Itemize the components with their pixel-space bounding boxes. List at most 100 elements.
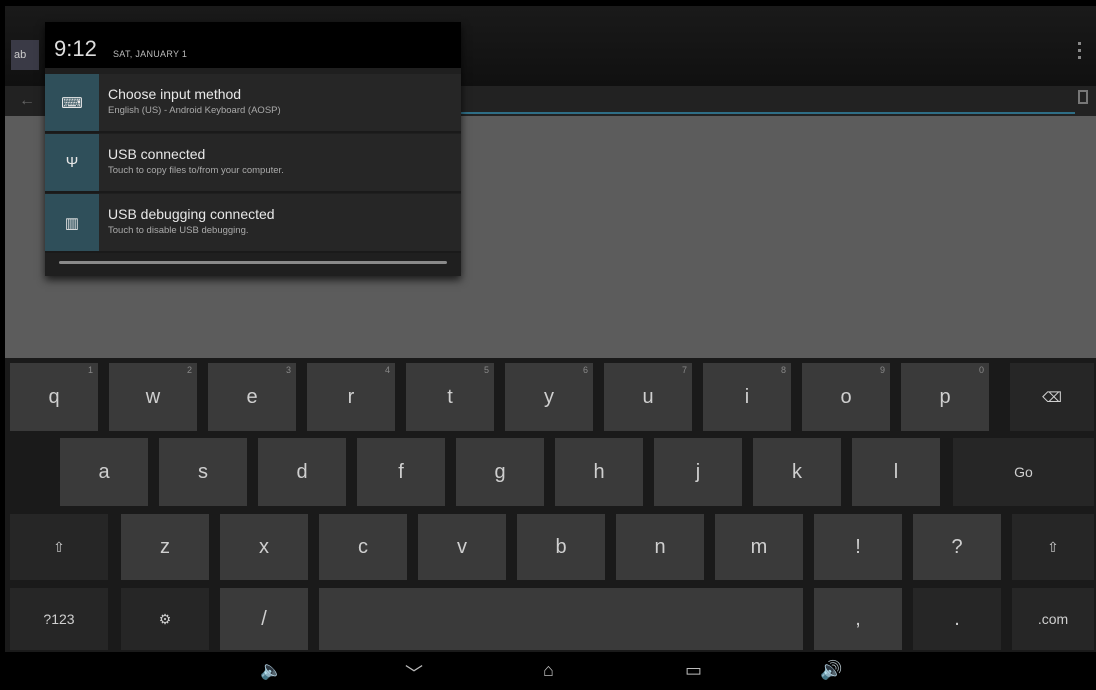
key-label: q — [48, 385, 60, 408]
tablet-screen: ab ← 9:12 SAT, JANUARY 1 ⌨ Choose input … — [5, 6, 1096, 690]
key-label: r — [347, 385, 355, 408]
key-label: s — [198, 460, 208, 483]
key-x[interactable]: x — [220, 514, 308, 580]
key-j[interactable]: j — [654, 438, 742, 506]
key-label: v — [457, 535, 467, 558]
key-label: / — [261, 607, 267, 630]
key-r[interactable]: r4 — [307, 363, 395, 431]
key-label: u — [642, 385, 654, 408]
key-label: j — [695, 460, 701, 483]
key-label: b — [555, 535, 567, 558]
key-f[interactable]: f — [357, 438, 445, 506]
key-settings[interactable]: ⚙ — [121, 588, 209, 650]
notification-subtitle: English (US) - Android Keyboard (AOSP) — [108, 105, 281, 116]
key-label: i — [744, 385, 750, 408]
overflow-menu-icon[interactable] — [1078, 42, 1082, 62]
recents-icon[interactable]: ▭ — [685, 660, 702, 681]
settings-icon: ⚙ — [158, 610, 172, 627]
key-h[interactable]: h — [555, 438, 643, 506]
key-hint: 5 — [483, 365, 489, 375]
notification-usb-debugging[interactable]: ▥ USB debugging connected Touch to disab… — [45, 194, 461, 253]
key-slash[interactable]: / — [220, 588, 308, 650]
key-u[interactable]: u7 — [604, 363, 692, 431]
key-label: .com — [1037, 611, 1069, 627]
key-exclamation[interactable]: ! — [814, 514, 902, 580]
key-label: n — [654, 535, 666, 558]
key-label: e — [246, 385, 258, 408]
notification-title: Choose input method — [108, 86, 242, 102]
back-icon[interactable]: ﹀ — [405, 660, 423, 686]
key-k[interactable]: k — [753, 438, 841, 506]
key-question[interactable]: ? — [913, 514, 1001, 580]
key-o[interactable]: o9 — [802, 363, 890, 431]
notification-panel: 9:12 SAT, JANUARY 1 ⌨ Choose input metho… — [45, 22, 461, 276]
app-icon[interactable]: ab — [11, 40, 39, 70]
key-l[interactable]: l — [852, 438, 940, 506]
key-i[interactable]: i8 — [703, 363, 791, 431]
key-space[interactable] — [319, 588, 803, 650]
key-label: . — [954, 607, 960, 630]
key-label: p — [939, 385, 951, 408]
key-go[interactable]: Go — [953, 438, 1094, 506]
key-label: g — [494, 460, 506, 483]
key-shift-right[interactable]: ⇧ — [1012, 514, 1094, 580]
volume-up-icon[interactable]: 🔊 — [820, 660, 842, 681]
key-p[interactable]: p0 — [901, 363, 989, 431]
notification-subtitle: Touch to copy files to/from your compute… — [108, 165, 284, 176]
key-hint: 3 — [285, 365, 291, 375]
back-arrow-icon[interactable]: ← — [19, 92, 35, 110]
usb-icon: Ψ — [45, 134, 99, 191]
key-label: z — [160, 535, 170, 558]
key-q[interactable]: q1 — [10, 363, 98, 431]
key-n[interactable]: n — [616, 514, 704, 580]
key-label: ? — [951, 535, 963, 558]
backspace-icon: ⌫ — [1042, 388, 1062, 405]
key-d[interactable]: d — [258, 438, 346, 506]
key-label: Go — [1014, 464, 1033, 480]
panel-drag-handle[interactable] — [59, 261, 447, 264]
notification-usb-connected[interactable]: Ψ USB connected Touch to copy files to/f… — [45, 134, 461, 193]
key-a[interactable]: a — [60, 438, 148, 506]
key-hint: 6 — [582, 365, 588, 375]
key-label: l — [893, 460, 899, 483]
key-label: ?123 — [43, 611, 75, 627]
key-w[interactable]: w2 — [109, 363, 197, 431]
notification-title: USB connected — [108, 146, 206, 162]
key-hint: 1 — [87, 365, 93, 375]
key-c[interactable]: c — [319, 514, 407, 580]
key-label: o — [840, 385, 852, 408]
key-symbols[interactable]: ?123 — [10, 588, 108, 650]
bookmark-icon[interactable] — [1078, 90, 1088, 104]
clock: 9:12 — [54, 36, 97, 61]
notification-title: USB debugging connected — [108, 206, 275, 222]
usb-debug-icon: ▥ — [45, 194, 99, 251]
key-v[interactable]: v — [418, 514, 506, 580]
key-z[interactable]: z — [121, 514, 209, 580]
key-hint: 7 — [681, 365, 687, 375]
key-b[interactable]: b — [517, 514, 605, 580]
key-comma[interactable]: , — [814, 588, 902, 650]
key-label: y — [544, 385, 554, 408]
key-s[interactable]: s — [159, 438, 247, 506]
key-label: a — [98, 460, 110, 483]
key-label: f — [398, 460, 404, 483]
key-y[interactable]: y6 — [505, 363, 593, 431]
notification-input-method[interactable]: ⌨ Choose input method English (US) - And… — [45, 74, 461, 133]
keyboard-icon: ⌨ — [45, 74, 99, 131]
key-hint: 4 — [384, 365, 390, 375]
key-m[interactable]: m — [715, 514, 803, 580]
key-hint: 9 — [879, 365, 885, 375]
key-label: k — [792, 460, 802, 483]
key-e[interactable]: e3 — [208, 363, 296, 431]
key-t[interactable]: t5 — [406, 363, 494, 431]
key-label: ! — [855, 535, 861, 558]
key-label: , — [855, 607, 861, 630]
volume-down-icon[interactable]: 🔈 — [260, 660, 282, 681]
key-g[interactable]: g — [456, 438, 544, 506]
key-period[interactable]: . — [913, 588, 1001, 650]
url-field[interactable] — [455, 88, 1075, 114]
key-backspace[interactable]: ⌫ — [1010, 363, 1094, 431]
key-dotcom[interactable]: .com — [1012, 588, 1094, 650]
key-shift-left[interactable]: ⇧ — [10, 514, 108, 580]
home-icon[interactable]: ⌂ — [543, 660, 554, 681]
